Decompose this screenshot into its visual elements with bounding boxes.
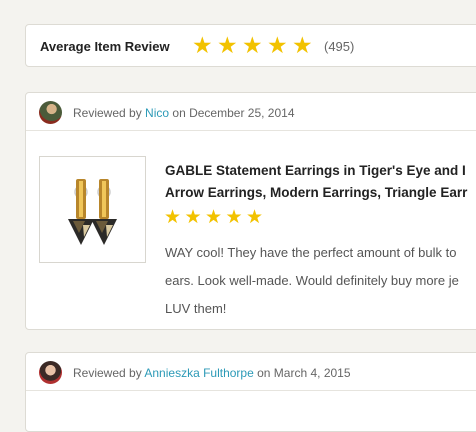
- review-card: Reviewed by Nico on December 25, 2014 GA…: [25, 92, 476, 330]
- review-text-line: LUV them!: [165, 301, 227, 316]
- review-text-line: ears. Look well-made. Would definitely b…: [165, 273, 459, 288]
- reviewed-by-label: Reviewed by: [73, 366, 142, 380]
- star-icon: ★: [292, 32, 313, 58]
- reviewer-link[interactable]: Annieszka Fulthorpe: [144, 366, 253, 380]
- review-card: Reviewed by Annieszka Fulthorpe on March…: [25, 352, 476, 432]
- reviewer-link[interactable]: Nico: [145, 106, 169, 120]
- star-icon: ★: [184, 207, 202, 228]
- user-avatar[interactable]: [39, 101, 62, 124]
- star-icon: ★: [242, 32, 263, 58]
- star-icon: ★: [205, 207, 223, 228]
- review-text: WAY cool! They have the perfect amount o…: [165, 239, 476, 323]
- average-review-title: Average Item Review: [40, 39, 170, 54]
- review-byline: Reviewed by Annieszka Fulthorpe on March…: [73, 366, 351, 380]
- average-review-card: Average Item Review ★ ★ ★ ★ ★ (495): [25, 24, 476, 67]
- review-date: on December 25, 2014: [172, 106, 295, 120]
- reviewed-by-label: Reviewed by: [73, 106, 142, 120]
- average-rating-stars: ★ ★ ★ ★ ★: [192, 34, 317, 57]
- product-title-line: Arrow Earrings, Modern Earrings, Triangl…: [165, 185, 468, 200]
- star-icon: ★: [217, 32, 238, 58]
- review-text-line: WAY cool! They have the perfect amount o…: [165, 245, 457, 260]
- review-header: Reviewed by Annieszka Fulthorpe on March…: [26, 353, 476, 391]
- review-count: (495): [324, 39, 355, 54]
- review-rating-stars: ★ ★ ★ ★ ★: [164, 208, 267, 227]
- review-date: on March 4, 2015: [257, 366, 351, 380]
- star-icon: ★: [267, 32, 288, 58]
- star-icon: ★: [246, 207, 264, 228]
- product-thumbnail[interactable]: [39, 156, 146, 263]
- star-icon: ★: [225, 207, 243, 228]
- product-title-line: GABLE Statement Earrings in Tiger's Eye …: [165, 163, 466, 178]
- review-byline: Reviewed by Nico on December 25, 2014: [73, 106, 295, 120]
- user-avatar[interactable]: [39, 361, 62, 384]
- product-title[interactable]: GABLE Statement Earrings in Tiger's Eye …: [165, 160, 476, 204]
- star-icon: ★: [164, 207, 182, 228]
- review-header: Reviewed by Nico on December 25, 2014: [26, 93, 476, 131]
- star-icon: ★: [192, 32, 213, 58]
- earrings-image: [68, 179, 117, 245]
